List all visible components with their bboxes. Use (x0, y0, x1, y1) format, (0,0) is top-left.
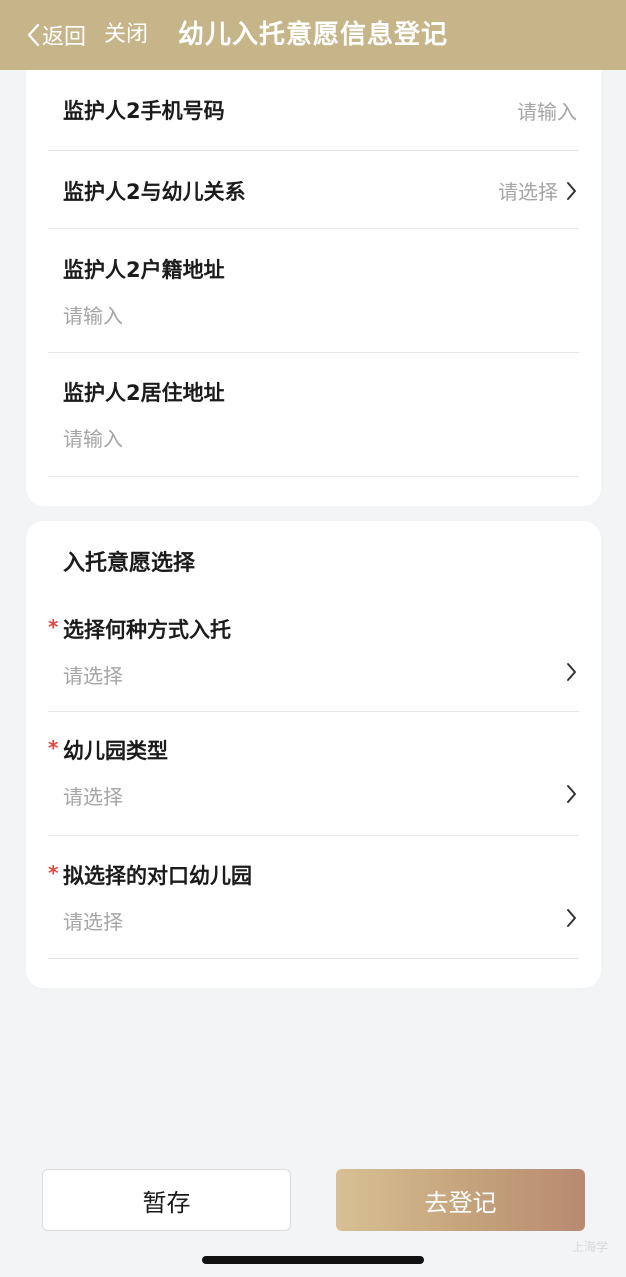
target-kindergarten-select[interactable]: 请选择 (63, 906, 123, 935)
guardian2-phone-row[interactable]: 监护人2手机号码 请输入 (48, 70, 579, 151)
section-title: 入托意愿选择 (63, 551, 196, 576)
guardian2-relation-label: 监护人2与幼儿关系 (63, 180, 246, 204)
target-kindergarten-label: 拟选择的对口幼儿园 (63, 864, 252, 888)
guardian2-household-address-input[interactable]: 请输入 (63, 300, 123, 329)
home-indicator (202, 1256, 424, 1264)
nav-bar: 返回 关闭 幼儿入托意愿信息登记 (0, 0, 626, 70)
back-label: 返回 (42, 25, 87, 50)
save-draft-button[interactable]: 暂存 (42, 1169, 291, 1231)
guardian2-household-address-row[interactable]: 监护人2户籍地址 请输入 (48, 229, 579, 353)
chevron-right-icon (567, 181, 576, 200)
chevron-right-icon (567, 663, 576, 681)
kindergarten-type-row[interactable]: * 幼儿园类型 请选择 (48, 712, 579, 836)
guardian2-residence-address-row[interactable]: 监护人2居住地址 请输入 (48, 353, 579, 477)
required-mark: * (48, 861, 59, 885)
guardian2-phone-label: 监护人2手机号码 (63, 99, 225, 123)
guardian2-household-address-label: 监护人2户籍地址 (63, 258, 225, 282)
required-mark: * (48, 736, 59, 760)
guardian2-residence-address-input[interactable]: 请输入 (63, 423, 123, 452)
guardian2-relation-placeholder: 请选择 (498, 180, 558, 204)
chevron-right-icon (567, 785, 576, 803)
guardian2-residence-address-label: 监护人2居住地址 (63, 381, 225, 405)
close-button[interactable]: 关闭 (104, 19, 148, 51)
watermark: 上海学 (571, 1240, 608, 1254)
target-kindergarten-row[interactable]: * 拟选择的对口幼儿园 请选择 (48, 836, 579, 959)
enrollment-card: 入托意愿选择 * 选择何种方式入托 请选择 * 幼儿园类型 请选择 * 拟选择的… (26, 521, 601, 988)
chevron-left-icon (27, 23, 40, 47)
register-button[interactable]: 去登记 (336, 1169, 585, 1231)
back-button[interactable]: 返回 (26, 19, 86, 51)
enrollment-method-label: 选择何种方式入托 (63, 618, 231, 642)
enrollment-method-row[interactable]: * 选择何种方式入托 请选择 (48, 599, 579, 712)
guardian2-card: 监护人2手机号码 请输入 监护人2与幼儿关系 请选择 监护人2户籍地址 请输入 … (26, 70, 601, 506)
guardian2-relation-select[interactable]: 请选择 (498, 176, 577, 205)
page-title: 幼儿入托意愿信息登记 (178, 20, 449, 50)
guardian2-relation-row[interactable]: 监护人2与幼儿关系 请选择 (48, 151, 579, 229)
enrollment-method-select[interactable]: 请选择 (63, 660, 123, 689)
chevron-right-icon (567, 909, 576, 927)
required-mark: * (48, 615, 59, 639)
kindergarten-type-label: 幼儿园类型 (63, 739, 168, 763)
guardian2-phone-input[interactable]: 请输入 (517, 96, 577, 125)
kindergarten-type-select[interactable]: 请选择 (63, 781, 123, 810)
